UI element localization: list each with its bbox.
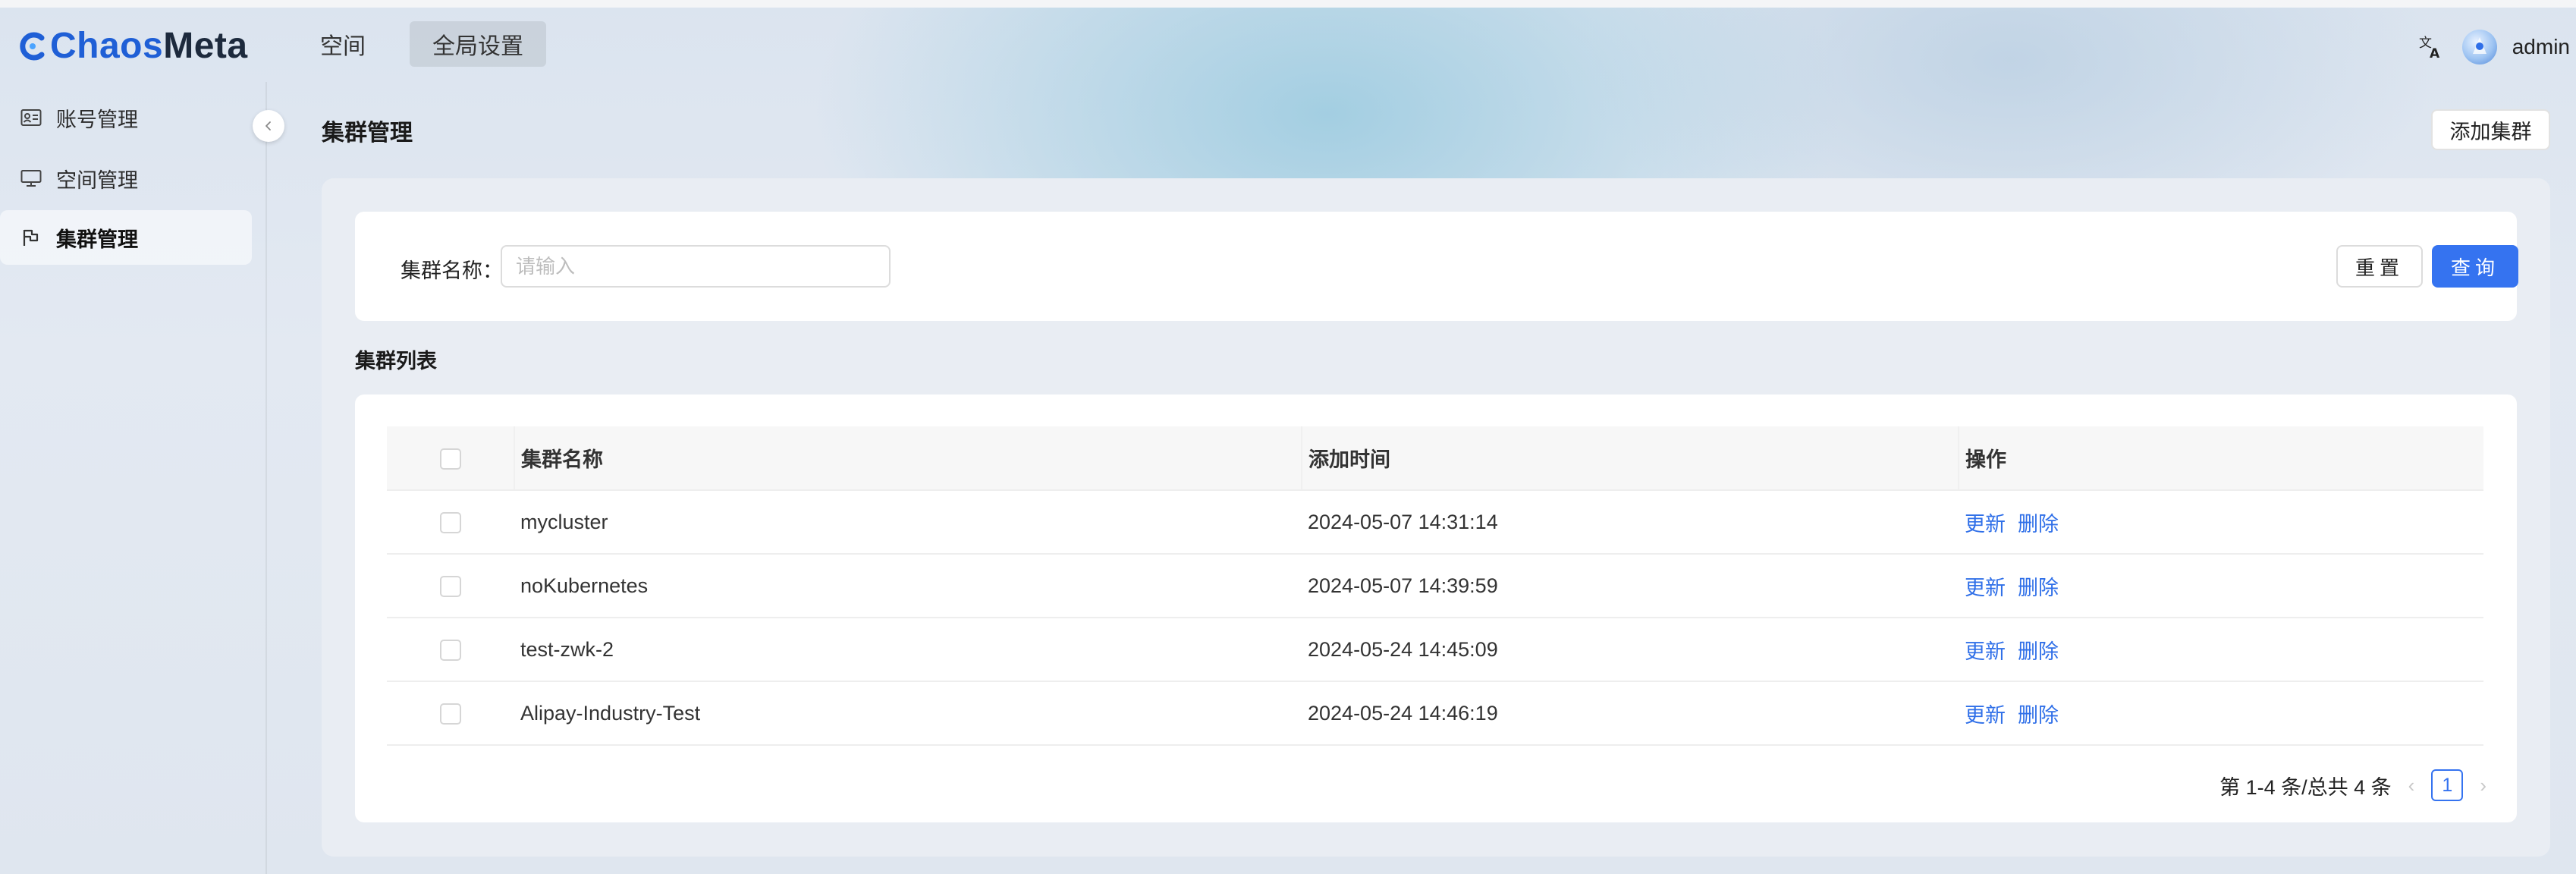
actions-cell: 更新 删除 [1959, 681, 2483, 746]
row-select-cell [387, 618, 514, 682]
sidebar-item-label: 集群管理 [56, 228, 138, 251]
cluster-name-cell: mycluster [514, 490, 1302, 555]
sidebar-collapse-button[interactable] [253, 110, 284, 142]
app-logo[interactable]: Chaos Meta [17, 23, 248, 68]
row-checkbox[interactable] [440, 640, 461, 662]
table-row: mycluster 2024-05-07 14:31:14 更新 删除 [387, 490, 2483, 555]
prev-page-chevron-left-icon[interactable]: ‹ [2408, 774, 2415, 797]
cluster-table-card: 集群名称 添加时间 操作 mycluster 2024-05-07 14:31:… [355, 395, 2517, 822]
row-select-cell [387, 554, 514, 618]
added-time-cell: 2024-05-24 14:45:09 [1302, 618, 1959, 682]
table-row: Alipay-Industry-Test 2024-05-24 14:46:19… [387, 681, 2483, 746]
logo-text-chaos: Chaos [50, 25, 164, 66]
sidebar-item-label: 空间管理 [56, 168, 138, 192]
column-header-time[interactable]: 添加时间 [1301, 426, 1959, 491]
window-top-strip [0, 0, 2576, 8]
added-time-cell: 2024-05-07 14:39:59 [1302, 554, 1959, 618]
sidebar-item-spaces[interactable]: 空间管理 [0, 151, 252, 206]
next-page-chevron-right-icon[interactable]: › [2480, 774, 2486, 797]
sidebar-item-accounts[interactable]: 账号管理 [0, 90, 252, 145]
cluster-table: 集群名称 添加时间 操作 mycluster 2024-05-07 14:31:… [387, 426, 2483, 746]
update-link[interactable]: 更新 [1965, 577, 2006, 599]
chevron-left-icon [265, 121, 271, 130]
page-title: 集群管理 [322, 121, 413, 146]
column-header-name[interactable]: 集群名称 [514, 426, 1302, 491]
search-form: 集群名称： 重置 查询 [355, 212, 2518, 321]
top-nav: 空间 全局设置 [297, 21, 546, 67]
cluster-name-cell: Alipay-Industry-Test [514, 681, 1302, 746]
update-link[interactable]: 更新 [1965, 513, 2006, 536]
cluster-name-cell: test-zwk-2 [514, 618, 1302, 682]
topnav-space[interactable]: 空间 [297, 21, 388, 67]
table-header-row: 集群名称 添加时间 操作 [387, 426, 2483, 491]
delete-link[interactable]: 删除 [2018, 577, 2059, 599]
main-content: 集群名称： 重置 查询 集群列表 集群名称 添加时间 操作 mycluster … [322, 178, 2550, 857]
select-all-checkbox[interactable] [439, 448, 461, 470]
header-right: 文 A admin [2415, 26, 2570, 68]
row-select-cell [387, 490, 514, 555]
cluster-name-input[interactable] [501, 245, 891, 288]
svg-text:A: A [2430, 46, 2440, 60]
add-cluster-button[interactable]: 添加集群 [2431, 109, 2550, 150]
select-all-cell [387, 426, 514, 491]
sidebar-item-clusters[interactable]: 集群管理 [0, 210, 252, 265]
username[interactable]: admin [2512, 35, 2570, 59]
update-link[interactable]: 更新 [1965, 640, 2006, 663]
top-header: Chaos Meta 空间 全局设置 文 A admin [0, 8, 2576, 82]
row-checkbox[interactable] [440, 512, 461, 534]
pagination-summary: 第 1-4 条/总共 4 条 [2219, 775, 2392, 799]
translate-icon[interactable]: 文 A [2415, 31, 2447, 63]
query-button[interactable]: 查询 [2432, 245, 2518, 288]
flag-icon [20, 226, 42, 249]
logo-text-meta: Meta [163, 25, 248, 66]
cluster-name-cell: noKubernetes [514, 554, 1302, 618]
row-checkbox[interactable] [440, 703, 461, 725]
update-link[interactable]: 更新 [1965, 704, 2006, 727]
logo-mark-icon [17, 30, 49, 61]
added-time-cell: 2024-05-07 14:31:14 [1302, 490, 1959, 555]
actions-cell: 更新 删除 [1959, 490, 2483, 555]
pagination: 第 1-4 条/总共 4 条 ‹ 1 › [2219, 769, 2486, 801]
avatar[interactable] [2461, 30, 2497, 64]
sidebar-item-label: 账号管理 [56, 108, 138, 131]
added-time-cell: 2024-05-24 14:46:19 [1302, 681, 1959, 746]
reset-button[interactable]: 重置 [2336, 245, 2423, 288]
id-card-icon [20, 106, 42, 129]
table-row: test-zwk-2 2024-05-24 14:45:09 更新 删除 [387, 618, 2483, 682]
actions-cell: 更新 删除 [1959, 618, 2483, 682]
monitor-icon [20, 167, 42, 190]
page-number-button[interactable]: 1 [2431, 769, 2464, 801]
cluster-name-label: 集群名称： [401, 259, 503, 282]
row-checkbox[interactable] [440, 576, 461, 598]
table-row: noKubernetes 2024-05-07 14:39:59 更新 删除 [387, 554, 2483, 618]
cluster-list-title: 集群列表 [355, 350, 437, 373]
actions-cell: 更新 删除 [1959, 554, 2483, 618]
topnav-global-settings[interactable]: 全局设置 [410, 21, 546, 67]
column-header-actions: 操作 [1958, 426, 2483, 491]
delete-link[interactable]: 删除 [2018, 513, 2059, 536]
delete-link[interactable]: 删除 [2018, 640, 2059, 663]
delete-link[interactable]: 删除 [2018, 704, 2059, 727]
row-select-cell [387, 681, 514, 746]
